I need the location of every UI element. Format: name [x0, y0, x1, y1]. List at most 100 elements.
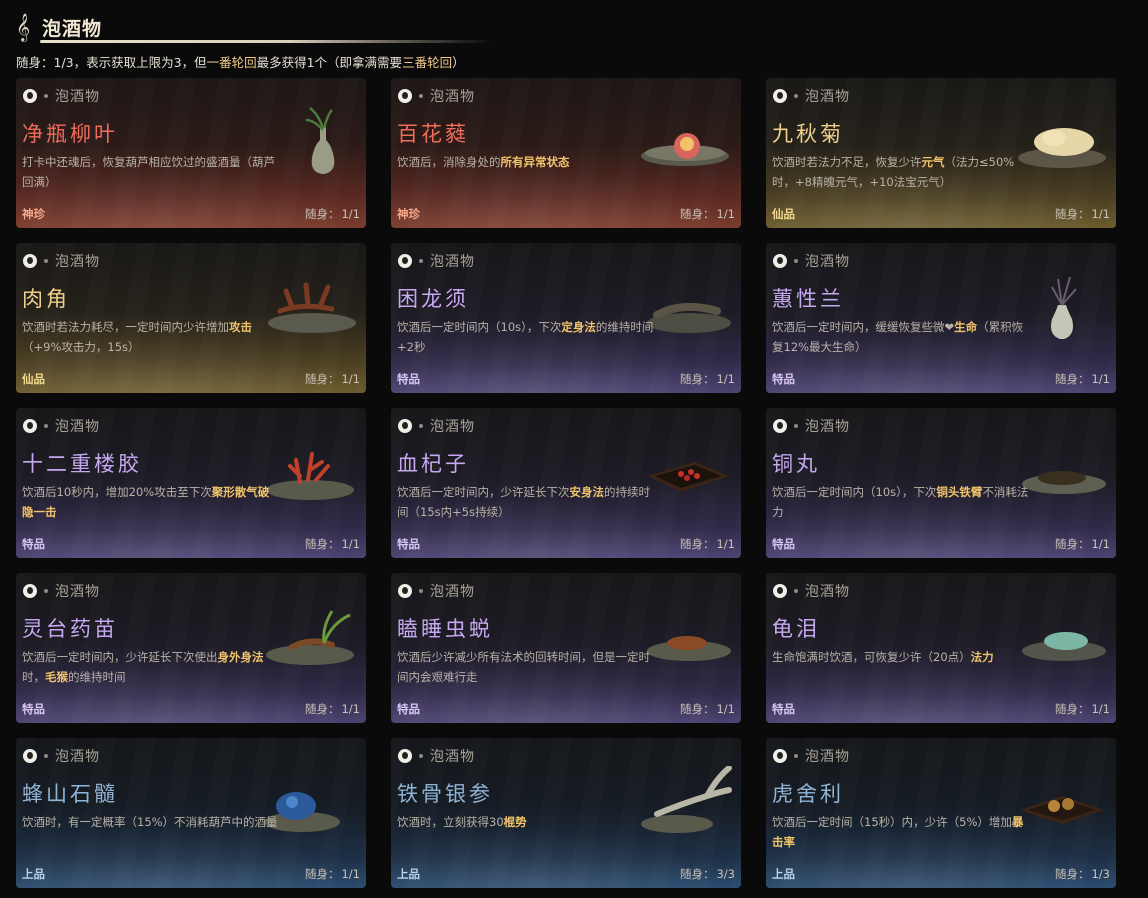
- item-name: 铁骨银参: [397, 782, 493, 806]
- item-name: 灵台药苗: [22, 617, 118, 641]
- description-text: 饮酒后一定时间内，少许延长下次: [397, 485, 570, 499]
- carry-label: 随身：: [1054, 207, 1090, 221]
- item-card[interactable]: 泡酒物 虎舍利 饮酒后一定时间（15秒）内，少许（5%）增加暴击率 上品 随身： 1/3: [766, 738, 1116, 888]
- carry-count: 随身： 1/1: [678, 206, 735, 222]
- description-text: 饮酒后10秒内，增加20%攻击至下次: [22, 485, 212, 499]
- dot-icon: [794, 259, 798, 263]
- carry-count: 随身： 1/1: [303, 701, 360, 717]
- carry-label: 随身：: [304, 207, 340, 221]
- dot-icon: [794, 589, 798, 593]
- category-label: 泡酒物: [430, 584, 475, 600]
- item-name: 铜丸: [772, 452, 820, 476]
- carry-value: 1/1: [1091, 207, 1110, 221]
- carry-value: 1/1: [341, 372, 360, 386]
- description-text: 饮酒后少许减少所有法术的回转时间，但是一定时间内会艰难行走: [397, 650, 650, 684]
- carry-value: 1/1: [341, 867, 360, 881]
- title-underline: [40, 40, 492, 43]
- carry-count: 随身： 1/3: [1053, 866, 1110, 882]
- description-text: 饮酒后一定时间内（10s），下次: [397, 320, 562, 334]
- carry-label: 随身：: [679, 537, 715, 551]
- item-card[interactable]: 泡酒物 铜丸 饮酒后一定时间内（10s），下次铜头铁臂不消耗法力 特品 随身： 1/1: [766, 408, 1116, 558]
- description-keyword: 所有异常状态: [500, 155, 570, 169]
- subtitle-highlight-1: 一番轮回: [206, 55, 257, 70]
- dot-icon: [419, 424, 423, 428]
- item-card[interactable]: 泡酒物 铁骨银参 饮酒时，立刻获得30棍势 上品 随身： 3/3: [391, 738, 741, 888]
- eye-icon: [773, 419, 787, 433]
- description-text: 生命饱满时饮酒，可恢复少许（20点）: [772, 650, 971, 664]
- eye-icon: [398, 89, 412, 103]
- category-tag: 泡酒物: [398, 582, 475, 600]
- dot-icon: [44, 589, 48, 593]
- item-description: 饮酒后，消除身处的所有异常状态: [397, 152, 655, 172]
- item-card[interactable]: 泡酒物 百花蕤 饮酒后，消除身处的所有异常状态 神珍 随身： 1/1: [391, 78, 741, 228]
- item-card[interactable]: 泡酒物 肉角 饮酒时若法力耗尽，一定时间内少许增加攻击 （+9%攻击力，15s） 仙品 随…: [16, 243, 366, 393]
- category-label: 泡酒物: [55, 419, 100, 435]
- gourd-icon: 𝄞: [16, 13, 31, 41]
- category-label: 泡酒物: [55, 749, 100, 765]
- item-card[interactable]: 泡酒物 灵台药苗 饮酒后一定时间内，少许延长下次使出身外身法时，毛猴的维持时间 特品 随…: [16, 573, 366, 723]
- description-text: 饮酒后一定时间内（10s），下次: [772, 485, 937, 499]
- category-tag: 泡酒物: [773, 582, 850, 600]
- dot-icon: [419, 754, 423, 758]
- description-keyword: 生命: [954, 320, 978, 334]
- carry-count: 随身： 1/1: [303, 536, 360, 552]
- description-keyword: 法力: [970, 650, 994, 664]
- item-card[interactable]: 泡酒物 龟泪 生命饱满时饮酒，可恢复少许（20点）法力 特品 随身： 1/1: [766, 573, 1116, 723]
- category-tag: 泡酒物: [773, 747, 850, 765]
- item-description: 生命饱满时饮酒，可恢复少许（20点）法力: [772, 647, 1030, 667]
- carry-count: 随身： 1/1: [1053, 536, 1110, 552]
- dot-icon: [44, 94, 48, 98]
- description-text: 打卡中还魂后，恢复葫芦相应饮过的盛酒量（葫芦回满）: [22, 155, 275, 189]
- item-description: 饮酒时，有一定概率（15%）不消耗葫芦中的酒量: [22, 812, 280, 832]
- description-text: 饮酒时若法力耗尽，一定时间内少许增加: [22, 320, 229, 334]
- carry-label: 随身：: [1054, 702, 1090, 716]
- category-tag: 泡酒物: [23, 252, 100, 270]
- carry-label: 随身：: [304, 867, 340, 881]
- eye-icon: [773, 89, 787, 103]
- page-subtitle: 随身：1/3，表示获取上限为3，但一番轮回最多获得1个（即拿满需要三番轮回）: [16, 52, 465, 71]
- item-name: 肉角: [22, 287, 70, 311]
- carry-label: 随身：: [1054, 537, 1090, 551]
- item-description: 饮酒后少许减少所有法术的回转时间，但是一定时间内会艰难行走: [397, 647, 655, 687]
- subtitle-text-2: 最多获得1个（即拿满需要: [256, 55, 403, 70]
- carry-value: 1/1: [1091, 372, 1110, 386]
- item-card[interactable]: 泡酒物瞌睡虫蜕饮酒后少许减少所有法术的回转时间，但是一定时间内会艰难行走特品 随身…: [391, 573, 741, 723]
- description-keyword: 毛猴: [45, 670, 68, 684]
- rarity-label: 特品: [397, 702, 420, 716]
- category-tag: 泡酒物: [773, 252, 850, 270]
- carry-label: 随身：: [679, 867, 715, 881]
- eye-icon: [23, 584, 37, 598]
- eye-icon: [23, 254, 37, 268]
- description-keyword: 攻击: [229, 320, 252, 334]
- item-card[interactable]: 泡酒物 九秋菊 饮酒时若法力不足，恢复少许元气（法力≤50%时，+8精魄元气，+10…: [766, 78, 1116, 228]
- item-card[interactable]: 泡酒物 净瓶柳叶 打卡中还魂后，恢复葫芦相应饮过的盛酒量（葫芦回满） 神珍 随身： 1/1: [16, 78, 366, 228]
- carry-count: 随身： 1/1: [678, 701, 735, 717]
- description-text: 饮酒后一定时间内，缓缓恢复些微❤: [772, 320, 955, 334]
- item-name: 龟泪: [772, 617, 820, 641]
- carry-count: 随身： 3/3: [678, 866, 735, 882]
- carry-label: 随身：: [304, 537, 340, 551]
- carry-value: 1/1: [716, 207, 735, 221]
- item-card[interactable]: 泡酒物 蜂山石髓 饮酒时，有一定概率（15%）不消耗葫芦中的酒量 上品 随身： 1/1: [16, 738, 366, 888]
- item-card[interactable]: 泡酒物 困龙须 饮酒后一定时间内（10s），下次定身法的维持时间+2秒 特品 随身： 1/…: [391, 243, 741, 393]
- item-name: 血杞子: [397, 452, 469, 476]
- item-name: 瞌睡虫蜕: [397, 617, 493, 641]
- item-description: 打卡中还魂后，恢复葫芦相应饮过的盛酒量（葫芦回满）: [22, 152, 280, 192]
- description-text: 饮酒后，消除身处的: [397, 155, 501, 169]
- eye-icon: [773, 254, 787, 268]
- eye-icon: [23, 749, 37, 763]
- category-tag: 泡酒物: [398, 87, 475, 105]
- eye-icon: [398, 584, 412, 598]
- description-text: 饮酒时若法力不足，恢复少许: [772, 155, 922, 169]
- item-description: 饮酒时若法力不足，恢复少许元气（法力≤50%时，+8精魄元气，+10法宝元气）: [772, 152, 1030, 192]
- rarity-label: 神珍: [22, 207, 45, 221]
- rarity-label: 特品: [22, 537, 45, 551]
- item-card[interactable]: 泡酒物 十二重楼胶 饮酒后10秒内，增加20%攻击至下次聚形散气破隐一击 特品 随身： 1…: [16, 408, 366, 558]
- item-card[interactable]: 泡酒物 血杞子 饮酒后一定时间内，少许延长下次安身法的持续时间（15s内+5s持续）…: [391, 408, 741, 558]
- carry-label: 随身：: [304, 702, 340, 716]
- description-text: 饮酒时，有一定概率（15%）不消耗葫芦中的酒量: [22, 815, 278, 829]
- item-card[interactable]: 泡酒物 蕙性兰 饮酒后一定时间内，缓缓恢复些微❤生命（累积恢复12%最大生命） 特品 随…: [766, 243, 1116, 393]
- carry-value: 1/3: [1091, 867, 1110, 881]
- rarity-label: 仙品: [772, 207, 795, 221]
- item-name: 净瓶柳叶: [22, 122, 118, 146]
